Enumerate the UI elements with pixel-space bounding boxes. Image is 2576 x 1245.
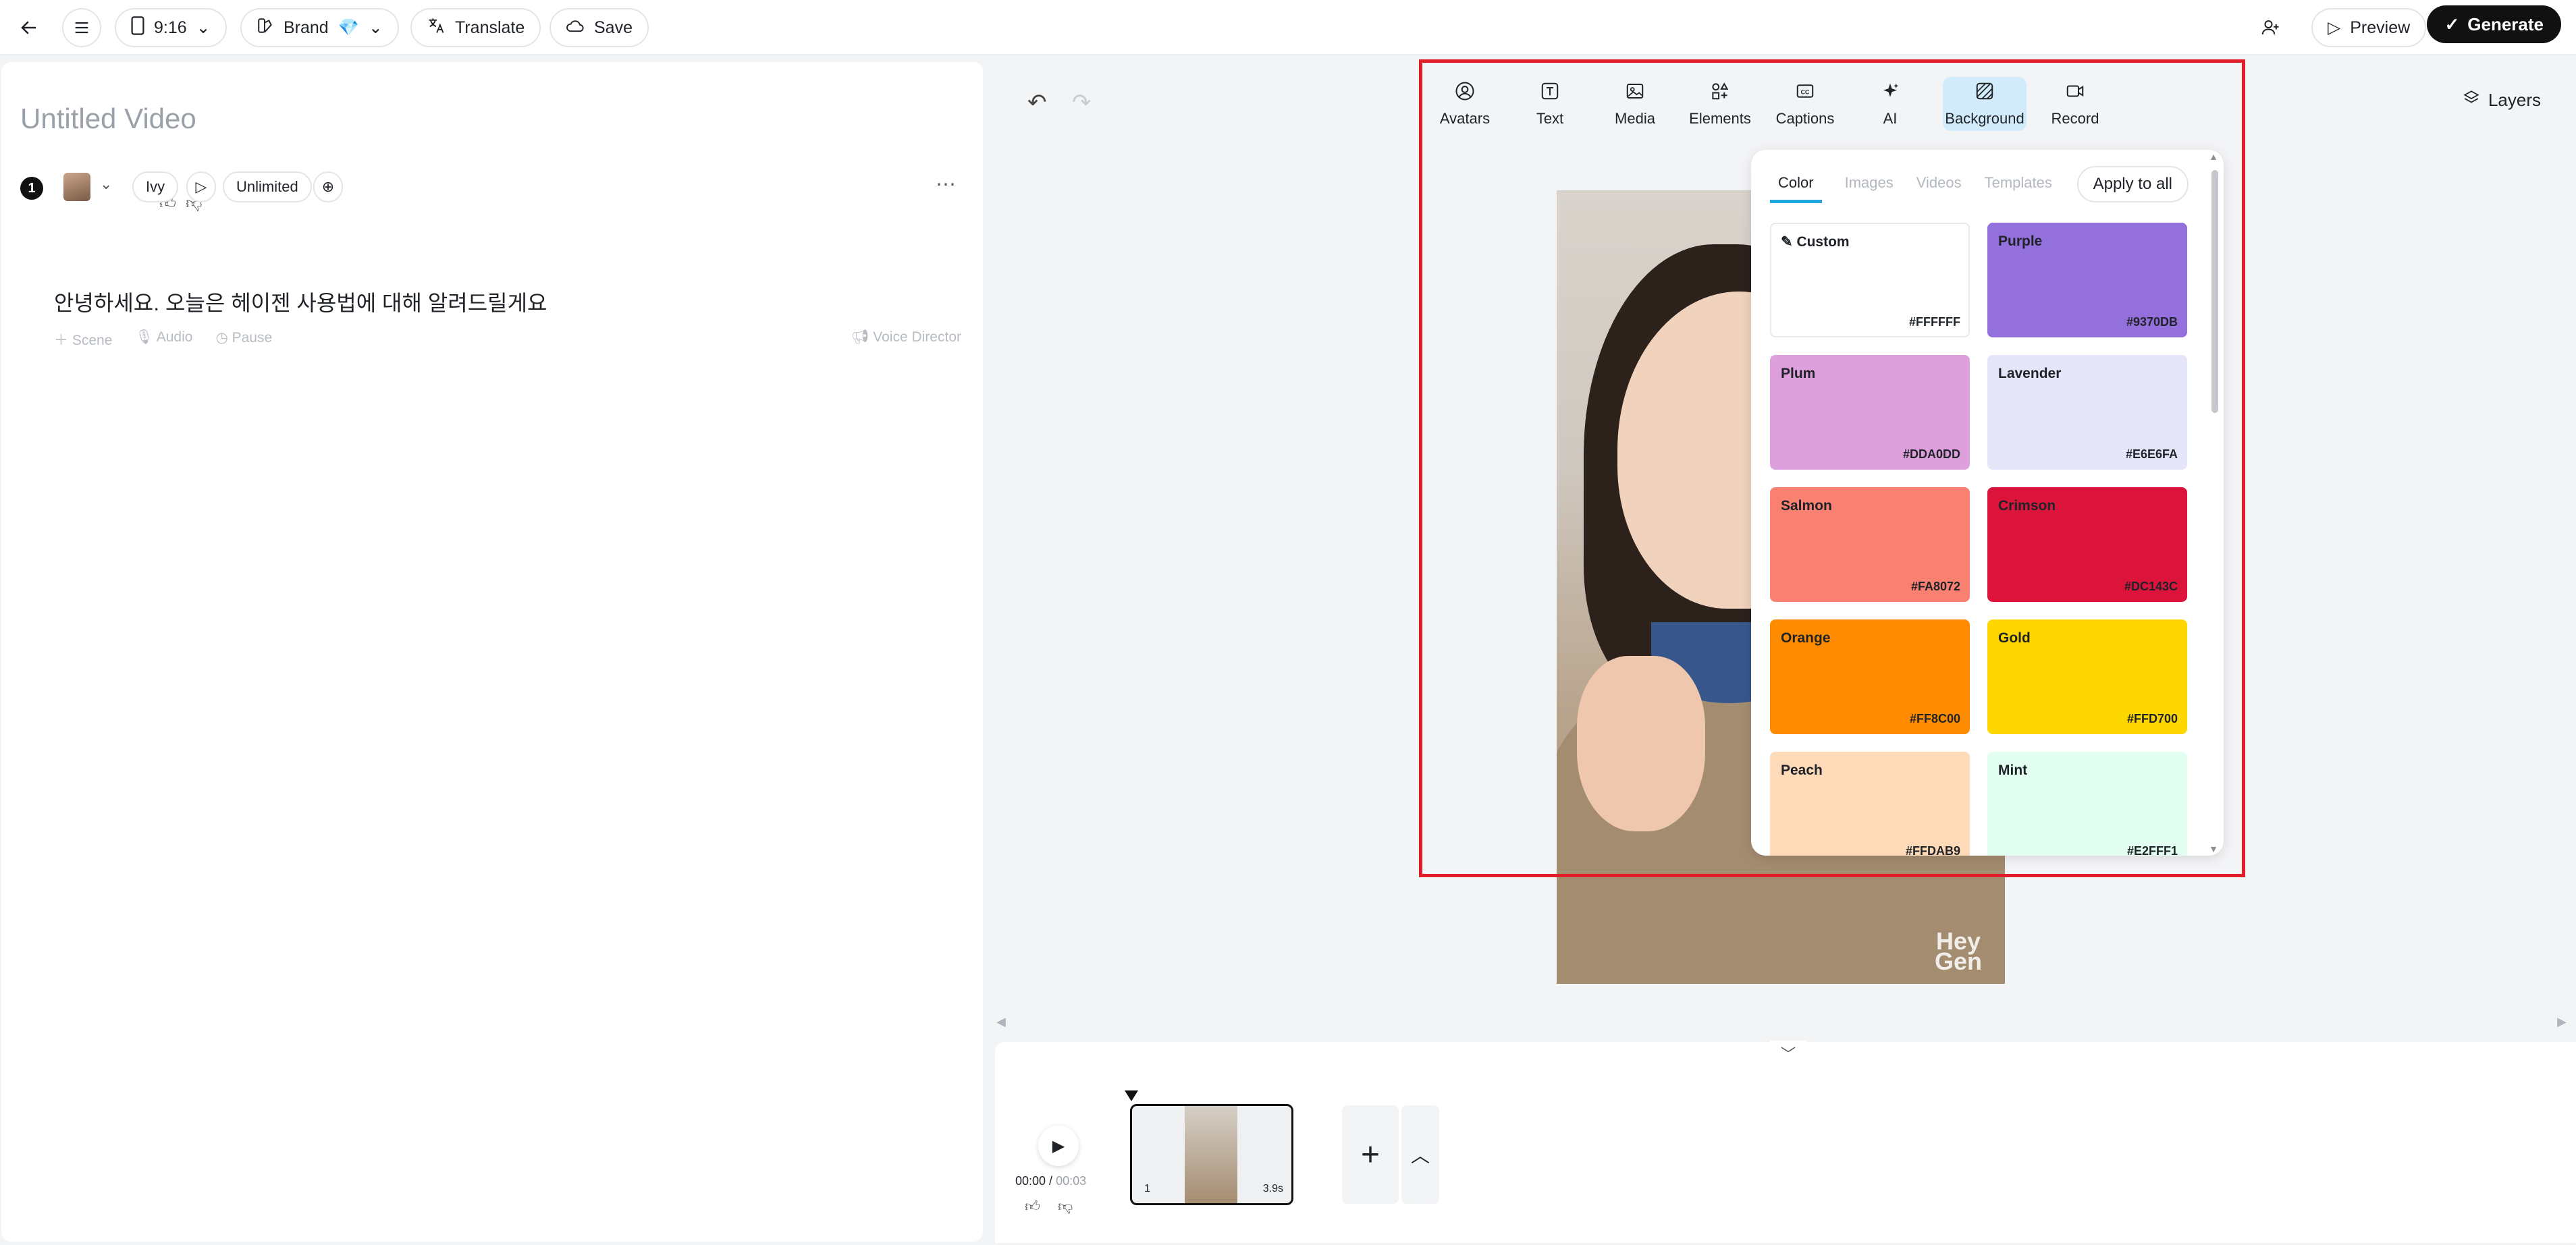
brand-dropdown[interactable]: Brand 💎 ⌄ [240, 8, 399, 47]
timeline-clip[interactable]: 1 3.9s [1130, 1104, 1293, 1205]
timeline-play-button[interactable]: ▶ [1038, 1126, 1079, 1166]
thumbs-up-icon[interactable]: 👍︎ [1025, 1197, 1040, 1215]
generate-label: Generate [2467, 13, 2544, 34]
scroll-right-icon[interactable]: ▶ [2557, 1015, 2567, 1029]
back-arrow-icon[interactable] [9, 8, 49, 47]
translate-icon [427, 16, 446, 40]
timeline-panel: ▶ 00:00 / 00:03 👍︎ 👎︎ 1 3.9s + ︿ [995, 1042, 2576, 1243]
layers-icon [2463, 89, 2480, 111]
checkmark-icon: ✓ [2444, 13, 2460, 34]
preview-button[interactable]: ▷ Preview [2311, 8, 2427, 47]
selection-highlight [1419, 59, 2245, 877]
brand-kit-icon [257, 17, 274, 39]
add-scene-button[interactable]: ＋ Scene [54, 329, 112, 350]
chevron-down-icon: ⌄ [368, 18, 383, 37]
translate-label: Translate [455, 18, 525, 37]
clip-duration: 3.9s [1262, 1183, 1283, 1194]
clip-thumbnail [1185, 1106, 1237, 1203]
scene-label: Scene [72, 333, 113, 348]
script-panel: Untitled Video 👍︎ 👎︎ 1 ⌄ Ivy ▷ Unlimited… [1, 62, 983, 1242]
pause-label: Pause [232, 330, 273, 345]
watermark-line2: Gen [1934, 947, 1982, 975]
translate-button[interactable]: Translate [410, 8, 541, 47]
plus-circle-icon: ⊕ [321, 178, 335, 195]
save-label: Save [594, 18, 633, 37]
brand-gem-icon: 💎 [338, 18, 359, 37]
script-text[interactable]: 안녕하세요. 오늘은 헤이젠 사용법에 대해 알려드릴게요 [54, 286, 547, 317]
audio-label: Audio [156, 329, 193, 345]
video-title[interactable]: Untitled Video [20, 103, 196, 135]
top-bar: 9:16 ⌄ Brand 💎 ⌄ Translate Save ▷ Previe… [0, 0, 2576, 55]
layers-label: Layers [2488, 90, 2541, 110]
voice-selector[interactable]: Ivy [132, 171, 179, 202]
redo-icon[interactable]: ↷ [1072, 89, 1092, 116]
layers-button[interactable]: Layers [2463, 89, 2541, 111]
play-icon: ▶ [1052, 1136, 1065, 1155]
current-time: 00:00 [1015, 1174, 1046, 1188]
clip-number: 1 [1144, 1183, 1150, 1194]
generate-button[interactable]: ✓ Generate [2427, 5, 2561, 43]
add-voice-setting-button[interactable]: ⊕ [313, 171, 343, 202]
chevron-down-icon[interactable]: ⌄ [100, 175, 112, 193]
scroll-left-icon[interactable]: ◀ [996, 1015, 1006, 1029]
thumbs-down-icon[interactable]: 👎︎ [1058, 1197, 1073, 1215]
save-button[interactable]: Save [549, 8, 649, 47]
undo-icon[interactable]: ↶ [1027, 89, 1047, 116]
script-tools: ＋ Scene 🎙︎ Audio ◷ Pause [54, 329, 272, 350]
chevron-up-icon: ︿ [1410, 1145, 1430, 1166]
total-duration: 00:03 [1056, 1174, 1087, 1188]
heygen-watermark: Hey Gen [1934, 929, 1982, 975]
cloud-icon [566, 18, 585, 38]
add-pause-button[interactable]: ◷ Pause [215, 329, 272, 350]
megaphone-icon: 📢︎ [851, 329, 869, 345]
collapse-timeline-button[interactable]: ﹀ [1770, 1041, 1806, 1066]
preview-label: Preview [2350, 18, 2411, 37]
scene-row: 1 ⌄ Ivy ▷ Unlimited ⊕ ⋯ [20, 167, 965, 208]
chevron-down-icon: ⌄ [196, 18, 211, 37]
voice-director-label: Voice Director [873, 329, 961, 345]
play-icon: ▷ [195, 178, 207, 195]
timeline-feedback: 👍︎ 👎︎ [1025, 1197, 1073, 1215]
add-audio-button[interactable]: 🎙︎ Audio [135, 329, 192, 350]
expand-timeline-button[interactable]: ︿ [1401, 1105, 1439, 1204]
chevron-down-icon: ﹀ [1780, 1046, 1796, 1063]
aspect-ratio-label: 9:16 [154, 18, 187, 37]
add-scene-button[interactable]: + [1342, 1105, 1399, 1204]
playhead[interactable] [1125, 1090, 1138, 1101]
more-options-icon[interactable]: ⋯ [936, 173, 956, 196]
scene-number-badge: 1 [20, 177, 43, 200]
voice-director-button[interactable]: 📢︎ Voice Director [851, 329, 961, 345]
plus-icon: + [1360, 1136, 1380, 1173]
phone-icon [131, 16, 144, 40]
invite-user-icon[interactable] [2251, 8, 2290, 47]
menu-icon[interactable] [62, 8, 101, 47]
brand-label: Brand [284, 18, 329, 37]
play-outline-icon: ▷ [2328, 18, 2341, 37]
aspect-ratio-dropdown[interactable]: 9:16 ⌄ [115, 8, 227, 47]
play-voice-button[interactable]: ▷ [186, 171, 216, 202]
time-display: 00:00 / 00:03 [1015, 1174, 1087, 1188]
speed-pill[interactable]: Unlimited [223, 171, 312, 202]
avatar[interactable] [63, 173, 90, 201]
